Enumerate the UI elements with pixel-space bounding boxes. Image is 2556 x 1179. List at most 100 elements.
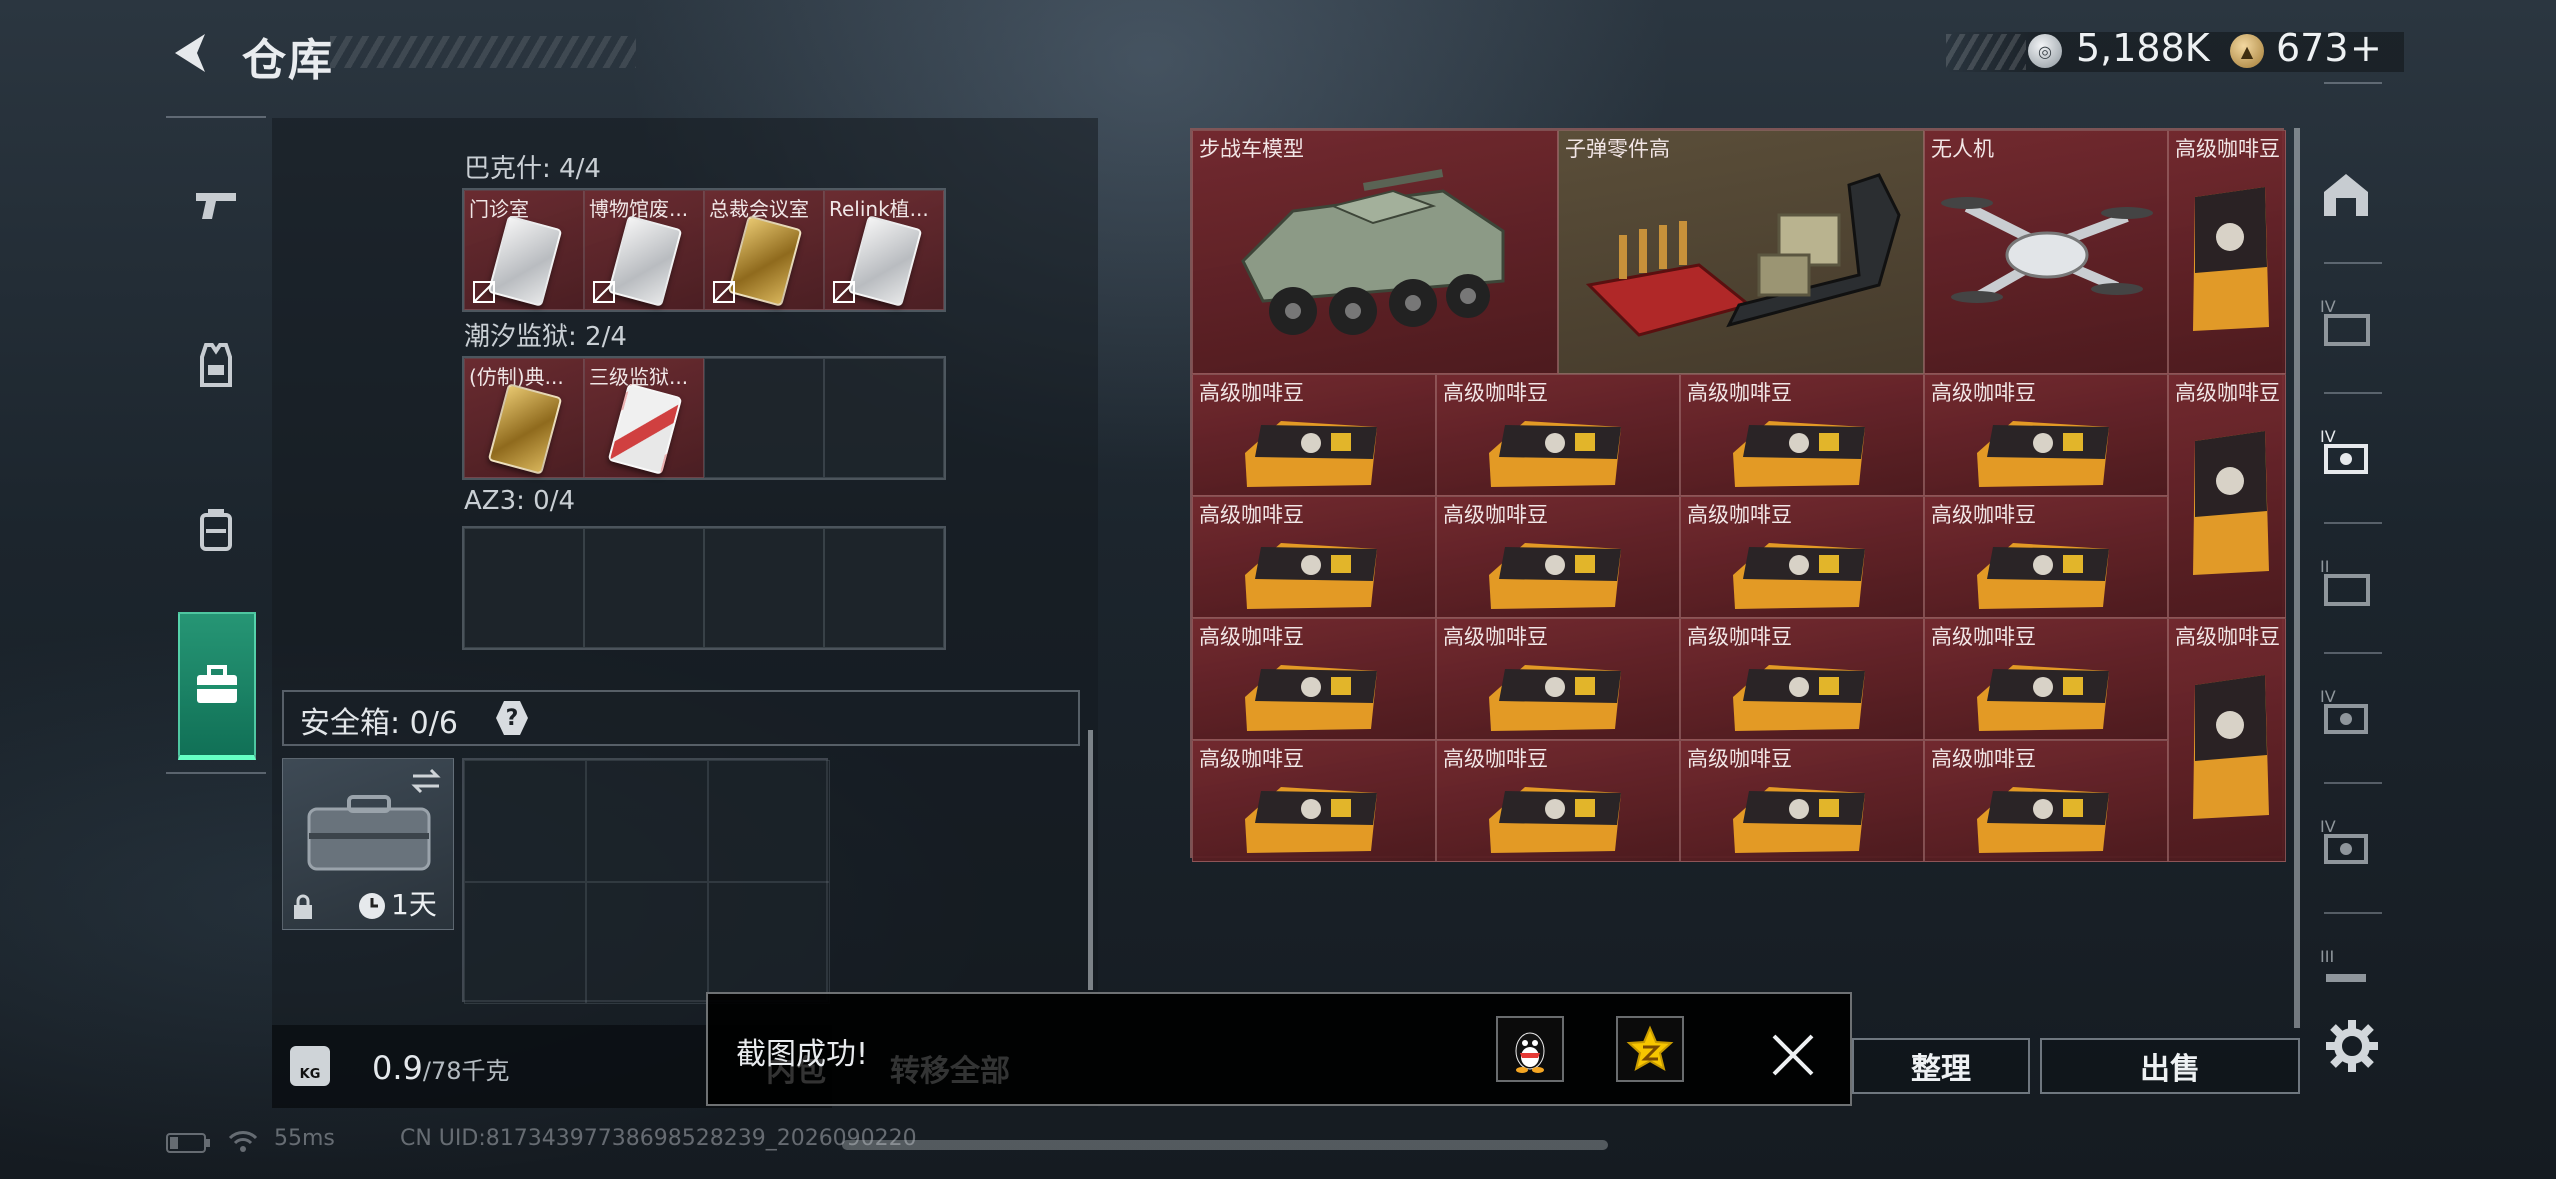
close-icon[interactable] bbox=[1768, 1030, 1818, 1080]
filter-tier3-ammo[interactable]: III bbox=[2314, 940, 2378, 1004]
back-arrow-icon[interactable] bbox=[165, 28, 215, 78]
inventory-scrollbar[interactable] bbox=[2294, 128, 2300, 1028]
uid-readout: CN UID:81734397738698528239_2026090220 bbox=[400, 1126, 917, 1151]
inventory-item-coffee[interactable]: 高级咖啡豆 bbox=[1924, 740, 2168, 862]
item-label: 高级咖啡豆 bbox=[1443, 503, 1548, 527]
inventory-item-coffee[interactable]: 高级咖啡豆 bbox=[1680, 740, 1924, 862]
ammo-parts-icon bbox=[1585, 173, 1901, 337]
share-qq-button[interactable] bbox=[1496, 1016, 1564, 1082]
tab-weapons[interactable] bbox=[183, 172, 249, 238]
coffee-bag-icon bbox=[1489, 543, 1621, 609]
inventory-item-bullet-parts[interactable]: 子弹零件高 bbox=[1558, 130, 1924, 374]
drone-icon bbox=[1941, 197, 2153, 303]
safe-box-item[interactable]: 1天 bbox=[282, 758, 454, 930]
key-slot[interactable]: 博物馆废... bbox=[584, 190, 704, 310]
inventory-item-coffee[interactable]: 高级咖啡豆 bbox=[1680, 374, 1924, 496]
item-label: 无人机 bbox=[1931, 137, 1994, 161]
ping-readout: 55ms bbox=[274, 1126, 335, 1151]
group-label: 巴克什: 4/4 bbox=[464, 154, 601, 184]
key-slot[interactable]: Relink植... bbox=[824, 190, 944, 310]
sort-button[interactable]: 整理 bbox=[1852, 1038, 2030, 1094]
coffee-bag-icon bbox=[2193, 431, 2269, 575]
no-bind-icon bbox=[833, 281, 855, 303]
empty-safe-slot[interactable] bbox=[708, 882, 830, 1004]
key-slot[interactable]: 总裁会议室 bbox=[704, 190, 824, 310]
tier4-device-icon: IV bbox=[2320, 427, 2368, 474]
share-qzone-button[interactable] bbox=[1616, 1016, 1684, 1082]
filter-tier2-folder[interactable]: II bbox=[2314, 550, 2378, 614]
tier4-gear-icon: IV bbox=[2320, 687, 2368, 734]
home-indicator[interactable] bbox=[842, 1140, 1608, 1150]
inventory-item-coffee-tall[interactable]: 高级咖啡豆 bbox=[2168, 130, 2286, 374]
filter-tier4-gear[interactable]: IV bbox=[2314, 680, 2378, 744]
item-label: 高级咖啡豆 bbox=[1687, 625, 1792, 649]
coffee-bag-icon bbox=[2193, 675, 2269, 819]
coffee-bag-icon bbox=[1245, 787, 1377, 853]
inventory-item-coffee-tall[interactable]: 高级咖啡豆 bbox=[2168, 374, 2286, 618]
coffee-bag-icon bbox=[1977, 787, 2109, 853]
inventory-item-ifv-model[interactable]: 步战车模型 bbox=[1192, 130, 1558, 374]
key-slot[interactable]: 门诊室 bbox=[464, 190, 584, 310]
inventory-item-coffee[interactable]: 高级咖啡豆 bbox=[1924, 618, 2168, 740]
key-slot[interactable]: 三级监狱... bbox=[584, 358, 704, 478]
filter-tier4-folder[interactable]: IV bbox=[2314, 290, 2378, 354]
item-label: 高级咖啡豆 bbox=[1443, 747, 1548, 771]
weight-current: 0.9 bbox=[372, 1049, 423, 1087]
sell-button[interactable]: 出售 bbox=[2040, 1038, 2300, 1094]
key-name: (仿制)典... bbox=[469, 365, 564, 389]
case-icon bbox=[307, 795, 431, 871]
safe-box-duration: 1天 bbox=[391, 888, 437, 921]
keycard-icon bbox=[487, 383, 563, 475]
inventory-item-coffee[interactable]: 高级咖啡豆 bbox=[1436, 740, 1680, 862]
inventory-item-coffee-tall[interactable]: 高级咖啡豆 bbox=[2168, 618, 2286, 862]
settings-gear-icon[interactable] bbox=[2322, 1016, 2382, 1076]
key-group-grid: (仿制)典... 三级监狱... bbox=[462, 356, 946, 480]
filter-tier4-device[interactable]: IV bbox=[2314, 420, 2378, 484]
inventory-item-coffee[interactable]: 高级咖啡豆 bbox=[1436, 618, 1680, 740]
no-bind-icon bbox=[593, 281, 615, 303]
wifi-icon bbox=[228, 1131, 258, 1152]
inventory-item-coffee[interactable]: 高级咖啡豆 bbox=[1924, 374, 2168, 496]
empty-key-slot[interactable] bbox=[824, 358, 944, 478]
item-label: 高级咖啡豆 bbox=[1687, 747, 1792, 771]
coffee-bag-icon bbox=[1489, 787, 1621, 853]
item-label: 高级咖啡豆 bbox=[1199, 747, 1304, 771]
inventory-item-coffee[interactable]: 高级咖啡豆 bbox=[1192, 740, 1436, 862]
inventory-item-coffee[interactable]: 高级咖啡豆 bbox=[1680, 496, 1924, 618]
left-scrollbar[interactable] bbox=[1088, 730, 1093, 990]
inventory-item-drone[interactable]: 无人机 bbox=[1924, 130, 2168, 374]
key-slot[interactable]: (仿制)典... bbox=[464, 358, 584, 478]
empty-safe-slot[interactable] bbox=[586, 760, 708, 882]
inventory-item-coffee[interactable]: 高级咖啡豆 bbox=[1436, 374, 1680, 496]
lock-icon bbox=[294, 894, 312, 919]
inventory-item-coffee[interactable]: 高级咖啡豆 bbox=[1924, 496, 2168, 618]
empty-key-slot[interactable] bbox=[704, 358, 824, 478]
empty-safe-slot[interactable] bbox=[464, 760, 586, 882]
add-gold-button[interactable]: + bbox=[2350, 26, 2382, 70]
empty-key-slot[interactable] bbox=[584, 528, 704, 648]
silver-coin-icon: ◎ bbox=[2028, 34, 2062, 68]
swap-icon[interactable] bbox=[409, 767, 443, 795]
coffee-bag-icon bbox=[1977, 543, 2109, 609]
inventory-item-coffee[interactable]: 高级咖啡豆 bbox=[1192, 618, 1436, 740]
empty-safe-slot[interactable] bbox=[464, 882, 586, 1004]
filter-tier4-tool[interactable]: IV bbox=[2314, 810, 2378, 874]
empty-safe-slot[interactable] bbox=[708, 760, 830, 882]
filter-all-button[interactable] bbox=[2314, 164, 2378, 228]
coffee-bag-icon bbox=[1245, 665, 1377, 731]
empty-safe-slot[interactable] bbox=[586, 882, 708, 1004]
coffee-bag-icon bbox=[1489, 665, 1621, 731]
item-label: 高级咖啡豆 bbox=[1931, 503, 2036, 527]
inventory-item-coffee[interactable]: 高级咖啡豆 bbox=[1436, 496, 1680, 618]
tab-armor[interactable] bbox=[183, 332, 249, 398]
empty-key-slot[interactable] bbox=[464, 528, 584, 648]
tab-backpack[interactable] bbox=[183, 496, 249, 562]
svg-text:IV: IV bbox=[2320, 297, 2336, 316]
inventory-item-coffee[interactable]: 高级咖啡豆 bbox=[1192, 496, 1436, 618]
inventory-item-coffee[interactable]: 高级咖啡豆 bbox=[1680, 618, 1924, 740]
inventory-item-coffee[interactable]: 高级咖啡豆 bbox=[1192, 374, 1436, 496]
empty-key-slot[interactable] bbox=[824, 528, 944, 648]
empty-key-slot[interactable] bbox=[704, 528, 824, 648]
safe-box-title: 安全箱: 0/6 bbox=[300, 706, 458, 741]
coffee-bag-icon bbox=[1245, 543, 1377, 609]
